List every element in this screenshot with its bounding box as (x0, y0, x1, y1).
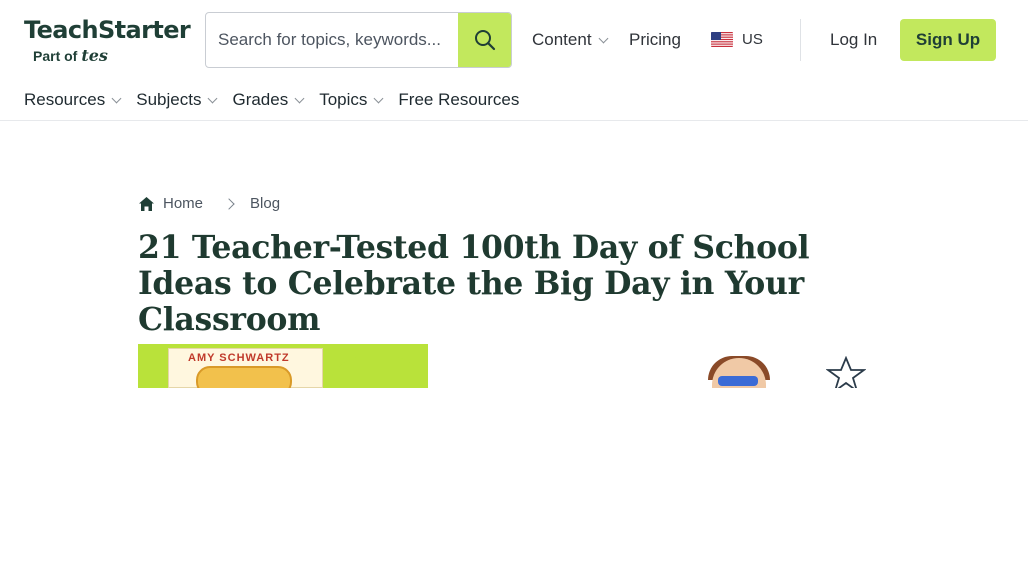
region-selector[interactable]: US (742, 31, 763, 48)
breadcrumb-blog-link[interactable]: Blog (250, 195, 280, 212)
subnav-resources[interactable]: Resources (24, 90, 122, 110)
signup-button[interactable]: Sign Up (900, 19, 996, 61)
search-input[interactable] (206, 13, 459, 67)
novelty-glasses (718, 376, 758, 386)
breadcrumb: Home Blog (138, 195, 280, 212)
search-bar (205, 12, 512, 68)
subnav-label: Subjects (136, 90, 202, 109)
subnav-grades[interactable]: Grades (232, 90, 305, 110)
chevron-down-icon (598, 33, 608, 43)
book-author: AMY SCHWARTZ (188, 352, 290, 364)
article-title: 21 Teacher-Tested 100th Day of School Id… (138, 229, 810, 338)
tes-logo: tes (81, 46, 108, 65)
chevron-down-icon (208, 93, 218, 103)
part-of-label: Part of (33, 48, 78, 64)
home-icon (139, 196, 154, 211)
nav-content-dropdown[interactable]: Content (532, 30, 608, 50)
subnav-subjects[interactable]: Subjects (136, 90, 218, 110)
article-hero-image: AMY SCHWARTZ (138, 344, 890, 388)
subnav-label: Topics (319, 90, 368, 109)
subnav-topics[interactable]: Topics (319, 90, 384, 110)
subnav-free-resources[interactable]: Free Resources (398, 90, 519, 110)
star-icon (826, 356, 866, 388)
header-divider (800, 19, 801, 61)
search-button[interactable] (458, 13, 511, 67)
chevron-right-icon (223, 197, 235, 210)
teachstarter-logo[interactable]: TeachStarter Part of tes (24, 16, 191, 65)
chevron-down-icon (111, 93, 122, 103)
search-icon (474, 30, 495, 51)
site-header: TeachStarter Part oftes Content Pricing … (0, 0, 1028, 121)
subnav-label: Resources (24, 90, 106, 109)
login-link[interactable]: Log In (830, 30, 877, 50)
nav-pricing-label: Pricing (629, 30, 681, 49)
nav-content-label: Content (532, 30, 592, 49)
chevron-down-icon (373, 93, 384, 103)
balloon-100 (196, 366, 292, 388)
chevron-down-icon (294, 93, 305, 103)
subnav-label: Free Resources (398, 90, 520, 109)
nav-pricing-link[interactable]: Pricing (629, 30, 681, 50)
sub-navigation: Resources Subjects Grades Topics Free Re… (24, 90, 519, 110)
breadcrumb-home-link[interactable]: Home (163, 195, 203, 212)
subnav-label: Grades (232, 90, 289, 109)
us-flag-icon[interactable] (711, 32, 733, 47)
logo-wordmark: TeachStarter (24, 16, 191, 44)
logo-part-of: Part of tes (33, 46, 108, 65)
